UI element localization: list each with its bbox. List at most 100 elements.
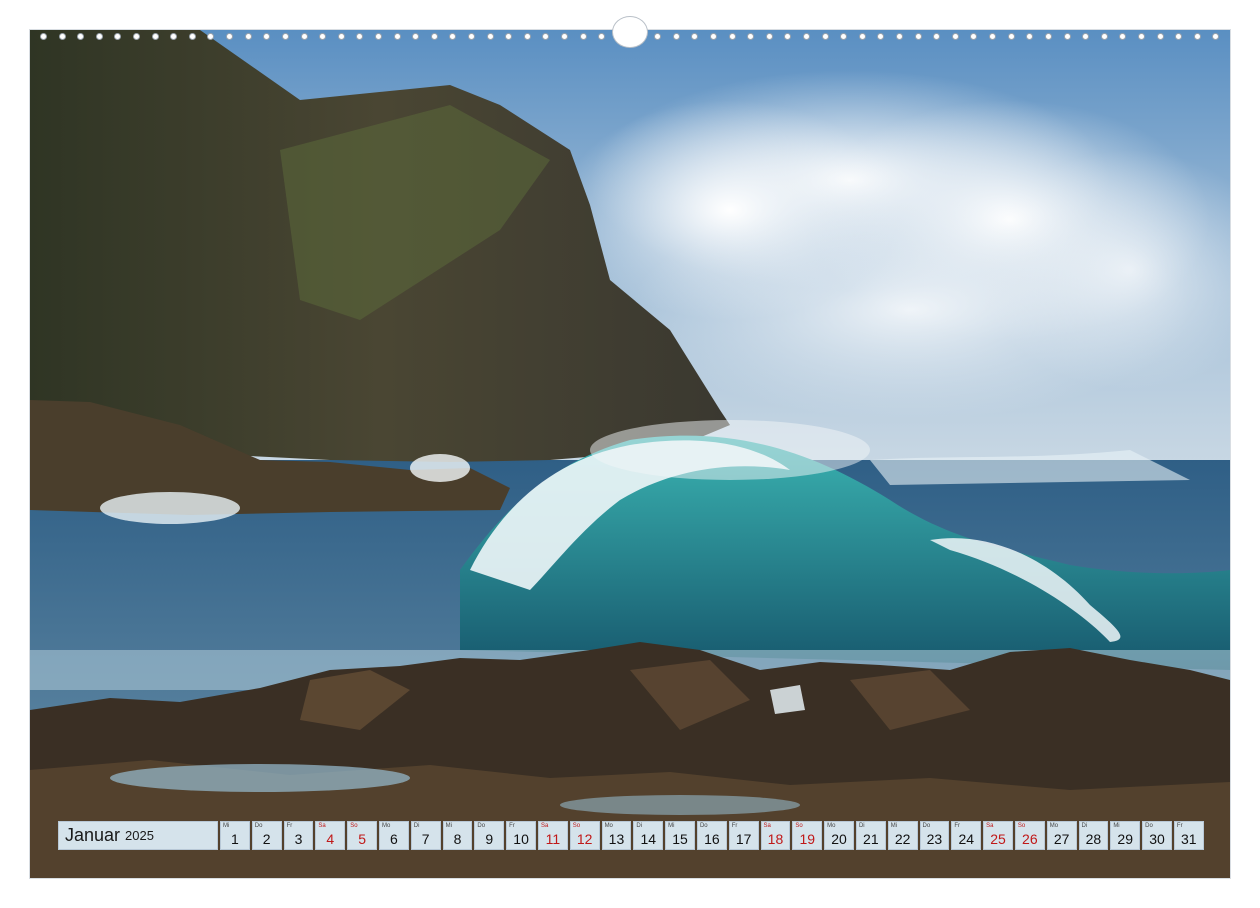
day-of-week: So [795, 823, 803, 829]
calendar-day: So 19 [792, 821, 823, 850]
day-number: 21 [863, 831, 879, 847]
day-number: 13 [608, 831, 625, 847]
binding-hole [77, 33, 85, 40]
calendar-day: Fr 10 [506, 821, 536, 850]
binding-hole [523, 33, 531, 40]
day-number: 8 [453, 831, 462, 847]
binding-hole [1100, 33, 1108, 40]
binding-hole [374, 33, 382, 40]
day-of-week: Mi [668, 823, 675, 829]
binding-hole [1063, 33, 1071, 40]
day-number: 30 [1149, 831, 1165, 847]
binding-hole [970, 33, 978, 40]
binding-hole [914, 33, 922, 40]
binding-hole [709, 33, 717, 40]
calendar-day: Mo 13 [601, 821, 632, 850]
binding-hole [449, 33, 457, 40]
day-number: 6 [389, 831, 398, 847]
day-of-week: Fr [1176, 823, 1183, 829]
day-of-week: So [350, 823, 358, 829]
calendar-day: Di 21 [855, 821, 886, 850]
day-number: 19 [799, 831, 816, 847]
day-number: 12 [576, 831, 593, 847]
binding-hole [486, 33, 494, 40]
binding-hole [765, 33, 773, 40]
day-of-week: Do [922, 823, 931, 829]
binding-hole [840, 33, 848, 40]
day-number: 24 [958, 831, 975, 847]
binding-hole [802, 33, 810, 40]
binding-hole [672, 33, 680, 40]
day-of-week: Fr [509, 823, 515, 829]
binding-hole [1119, 33, 1127, 40]
calendar-day: So 12 [569, 821, 600, 850]
day-of-week: Sa [986, 823, 994, 829]
calendar-day: Fr 3 [283, 821, 314, 850]
calendar-hanger [612, 16, 648, 48]
calendar-day: Sa 18 [760, 821, 791, 850]
binding-hole [1082, 33, 1090, 40]
binding-hole [40, 33, 47, 40]
day-number: 31 [1181, 831, 1197, 847]
calendar-day: Fr 17 [728, 821, 759, 850]
calendar-day: Di 28 [1078, 821, 1109, 850]
month-year: 2025 [125, 828, 154, 843]
month-label-box: Januar 2025 [58, 821, 218, 850]
binding-hole [468, 33, 476, 40]
calendar-day: So 5 [347, 821, 377, 850]
binding-hole [542, 33, 550, 40]
day-of-week: Mi [890, 823, 898, 829]
day-number: 17 [735, 831, 752, 847]
day-number: 5 [358, 831, 366, 847]
day-number: 15 [672, 831, 688, 847]
calendar-day: Mi 8 [442, 821, 473, 850]
binding-hole [579, 33, 587, 40]
day-number: 28 [1085, 831, 1102, 847]
day-of-week: Sa [318, 823, 326, 829]
month-name: Januar [65, 825, 121, 845]
binding-hole [188, 33, 196, 40]
binding-hole [430, 33, 438, 40]
day-number: 4 [326, 831, 335, 847]
day-of-week: Di [1081, 823, 1088, 829]
binding-hole [598, 33, 606, 40]
calendar-photo [30, 30, 1230, 878]
day-of-week: Do [1145, 823, 1153, 829]
binding-hole [858, 33, 866, 40]
day-of-week: Sa [763, 823, 771, 829]
day-number: 7 [421, 831, 430, 847]
day-of-week: Mo [827, 823, 836, 829]
day-of-week: So [1017, 823, 1026, 829]
calendar-day: Mi 22 [887, 821, 918, 850]
day-number: 14 [640, 831, 657, 847]
calendar-day: Mo 27 [1046, 821, 1077, 850]
ocean-landscape-illustration [30, 30, 1230, 878]
binding-hole [151, 33, 159, 40]
day-of-week: Mo [381, 823, 391, 829]
binding-hole [1007, 33, 1015, 40]
binding-hole [170, 33, 178, 40]
binding-hole [226, 33, 234, 40]
day-number: 22 [894, 831, 911, 847]
binding-hole [281, 33, 289, 40]
binding-hole [654, 33, 662, 40]
day-of-week: Fr [286, 823, 293, 829]
day-of-week: Do [254, 823, 263, 829]
binding-hole [896, 33, 904, 40]
binding-hole [933, 33, 941, 40]
calendar-day: So 26 [1014, 821, 1045, 850]
binding-hole [95, 33, 103, 40]
day-of-week: Fr [731, 823, 738, 829]
day-number: 1 [231, 831, 239, 847]
day-number: 2 [262, 831, 271, 847]
binding-hole [356, 33, 364, 40]
day-of-week: Do [477, 823, 486, 829]
day-of-week: Di [413, 823, 420, 829]
spiral-binding [30, 16, 1230, 48]
calendar-day: Mi 15 [665, 821, 695, 850]
binding-hole [1156, 33, 1164, 40]
binding-hole [1193, 33, 1201, 40]
day-number: 25 [990, 831, 1006, 847]
day-of-week: Mi [223, 823, 230, 829]
calendar-day: Mo 20 [824, 821, 854, 850]
